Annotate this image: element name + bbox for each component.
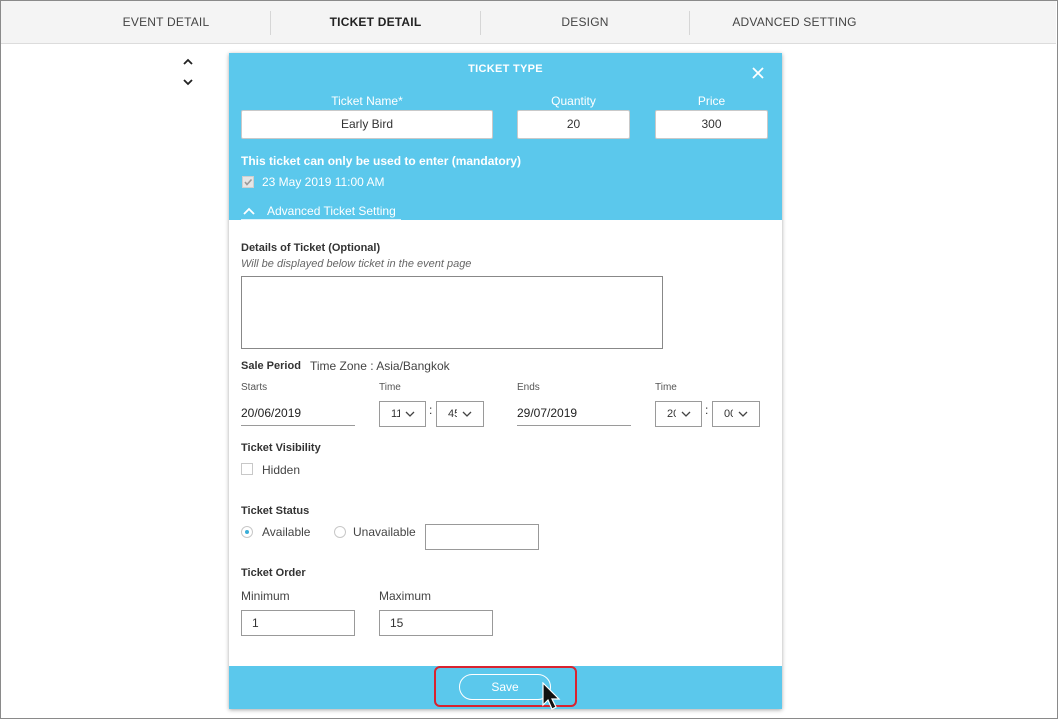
unavailable-label: Unavailable <box>353 525 416 539</box>
details-textarea[interactable] <box>241 276 663 349</box>
mandatory-entry-label: This ticket can only be used to enter (m… <box>241 154 522 168</box>
end-date-input[interactable]: 29/07/2019 <box>517 400 631 426</box>
unavailable-text-input[interactable] <box>425 524 539 550</box>
price-label: Price <box>697 94 726 108</box>
minimum-input[interactable]: 1 <box>241 610 355 636</box>
entry-date-checkbox[interactable] <box>242 176 254 188</box>
ticket-status-label: Ticket Status <box>241 505 310 517</box>
chevron-up-icon <box>243 207 255 215</box>
save-button[interactable]: Save <box>459 674 551 700</box>
start-time-label: Time <box>379 382 401 393</box>
advanced-ticket-setting-toggle[interactable]: Advanced Ticket Setting <box>241 203 401 221</box>
hidden-checkbox[interactable] <box>241 463 253 475</box>
chevron-down-icon <box>405 411 415 417</box>
advanced-underline <box>241 219 401 220</box>
mouse-cursor-icon <box>542 682 561 710</box>
price-input[interactable]: 300 <box>655 110 768 139</box>
chevron-down-icon <box>681 411 691 417</box>
start-date-input[interactable]: 20/06/2019 <box>241 400 355 426</box>
entry-date-label: 23 May 2019 11:00 AM <box>262 175 385 189</box>
details-hint: Will be displayed below ticket in the ev… <box>241 258 472 270</box>
chevron-down-icon[interactable] <box>181 77 195 89</box>
end-minute-select[interactable]: 00 <box>712 401 760 427</box>
chevron-down-icon <box>462 411 472 417</box>
starts-label: Starts <box>241 382 268 393</box>
checkmark-icon <box>244 178 253 186</box>
start-minute-select[interactable]: 45 <box>436 401 484 427</box>
available-label: Available <box>262 525 311 539</box>
end-hour-value: 20 <box>667 408 676 420</box>
maximum-label: Maximum <box>379 589 432 603</box>
modal-footer: Save <box>229 666 782 710</box>
chevron-down-icon <box>738 411 748 417</box>
maximum-input[interactable]: 15 <box>379 610 493 636</box>
unavailable-radio[interactable] <box>334 526 346 538</box>
end-hour-select[interactable]: 20 <box>655 401 702 427</box>
ticket-name-input[interactable]: Early Bird <box>241 110 493 139</box>
advanced-ticket-setting-label: Advanced Ticket Setting <box>267 204 396 218</box>
modal-header: TICKET TYPE Ticket Name* Early Bird Quan… <box>229 53 782 220</box>
close-icon[interactable] <box>750 65 766 81</box>
hidden-label: Hidden <box>262 463 301 477</box>
tab-design[interactable]: DESIGN <box>481 1 689 44</box>
start-hour-select[interactable]: 11 <box>379 401 426 427</box>
ends-label: Ends <box>517 382 540 393</box>
start-minute-value: 45 <box>448 408 457 420</box>
tab-ticket-detail[interactable]: TICKET DETAIL <box>271 1 480 44</box>
minimum-label: Minimum <box>241 589 290 603</box>
tab-bar: EVENT DETAIL TICKET DETAIL DESIGN ADVANC… <box>1 1 1056 44</box>
start-time-colon: : <box>429 403 433 417</box>
start-hour-value: 11 <box>391 408 400 420</box>
timezone-label: Time Zone : Asia/Bangkok <box>310 359 450 373</box>
ticket-type-modal: TICKET TYPE Ticket Name* Early Bird Quan… <box>229 53 782 710</box>
end-minute-value: 00 <box>724 408 733 420</box>
available-radio[interactable] <box>241 526 253 538</box>
ticket-order-label: Ticket Order <box>241 567 306 579</box>
chevron-up-icon[interactable] <box>181 57 195 69</box>
end-time-colon: : <box>705 403 709 417</box>
ticket-name-label: Ticket Name* <box>331 94 403 108</box>
tab-advanced-setting[interactable]: ADVANCED SETTING <box>690 1 899 44</box>
ticket-visibility-label: Ticket Visibility <box>241 442 321 454</box>
tab-event-detail[interactable]: EVENT DETAIL <box>61 1 271 44</box>
end-time-label: Time <box>655 382 677 393</box>
quantity-input[interactable]: 20 <box>517 110 630 139</box>
radio-selected-dot <box>245 530 249 534</box>
quantity-label: Quantity <box>551 94 596 108</box>
sale-period-label: Sale Period <box>241 360 301 372</box>
modal-title: TICKET TYPE <box>468 63 543 75</box>
details-label: Details of Ticket (Optional) <box>241 242 381 254</box>
